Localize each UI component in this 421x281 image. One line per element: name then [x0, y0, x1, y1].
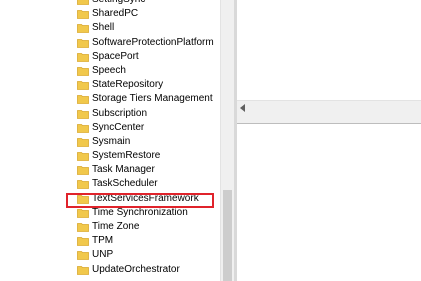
folder-icon [77, 151, 89, 161]
tree-item-label: SettingSync [92, 0, 145, 7]
tree-pane[interactable]: SettingSyncSharedPC Shell SoftwareProtecti… [0, 0, 220, 281]
tree-item-label: TaskScheduler [92, 178, 158, 190]
folder-icon [77, 236, 89, 247]
values-pane-top[interactable] [237, 0, 421, 100]
tree-item-label: SharedPC [92, 8, 139, 20]
tree-item-label: TextServicesFramework [91, 191, 200, 206]
tree-scrollbar-thumb[interactable] [223, 190, 232, 281]
values-pane-divider [237, 114, 421, 124]
tree-item-label: Shell [92, 22, 115, 34]
tree-item-label: UpdateOrchestrator [92, 263, 180, 275]
values-pane-bottom[interactable] [237, 124, 421, 281]
folder-icon [77, 0, 89, 5]
tree-vertical-scrollbar[interactable] [220, 0, 234, 281]
tree-item-label: Storage Tiers Management [92, 93, 213, 105]
tree-item-label: UNP [92, 249, 114, 261]
tree-item-label: Task Manager [92, 164, 155, 176]
tree-item-label: StateRepository [92, 79, 164, 91]
folder-icon [77, 66, 89, 76]
folder-icon [77, 94, 89, 105]
folder-icon [77, 9, 89, 20]
folder-icon [77, 208, 89, 218]
folder-icon [77, 250, 89, 261]
scroll-left-arrow-icon[interactable] [240, 104, 245, 112]
tree-item-label: Time Synchronization [92, 206, 188, 218]
values-horizontal-scrollbar[interactable] [237, 100, 421, 114]
folder-icon [77, 109, 89, 119]
folder-icon [77, 265, 89, 275]
folder-icon [77, 80, 89, 91]
folder-icon [77, 123, 89, 133]
folder-icon [77, 137, 89, 147]
folder-icon [77, 222, 89, 232]
registry-editor-window: SettingSyncSharedPC Shell SoftwareProtecti… [0, 0, 421, 281]
tree-item-label: SystemRestore [92, 150, 161, 162]
folder-icon [77, 194, 89, 204]
folder-icon [77, 23, 89, 34]
tree-item-label: Speech [92, 64, 126, 76]
folder-icon [77, 165, 89, 176]
tree-item-label: SoftwareProtectionPlatform [92, 36, 214, 48]
tree-item-label: SpacePort [92, 50, 139, 62]
folder-icon [77, 179, 89, 190]
tree-item-label: Subscription [92, 107, 148, 119]
folder-icon [77, 52, 89, 62]
tree-item-label: TPM [92, 235, 114, 247]
tree-item-label: SyncCenter [92, 121, 145, 133]
tree-item-label: Sysmain [92, 135, 131, 147]
tree-item-label: Time Zone [92, 221, 140, 232]
folder-icon [77, 38, 89, 48]
